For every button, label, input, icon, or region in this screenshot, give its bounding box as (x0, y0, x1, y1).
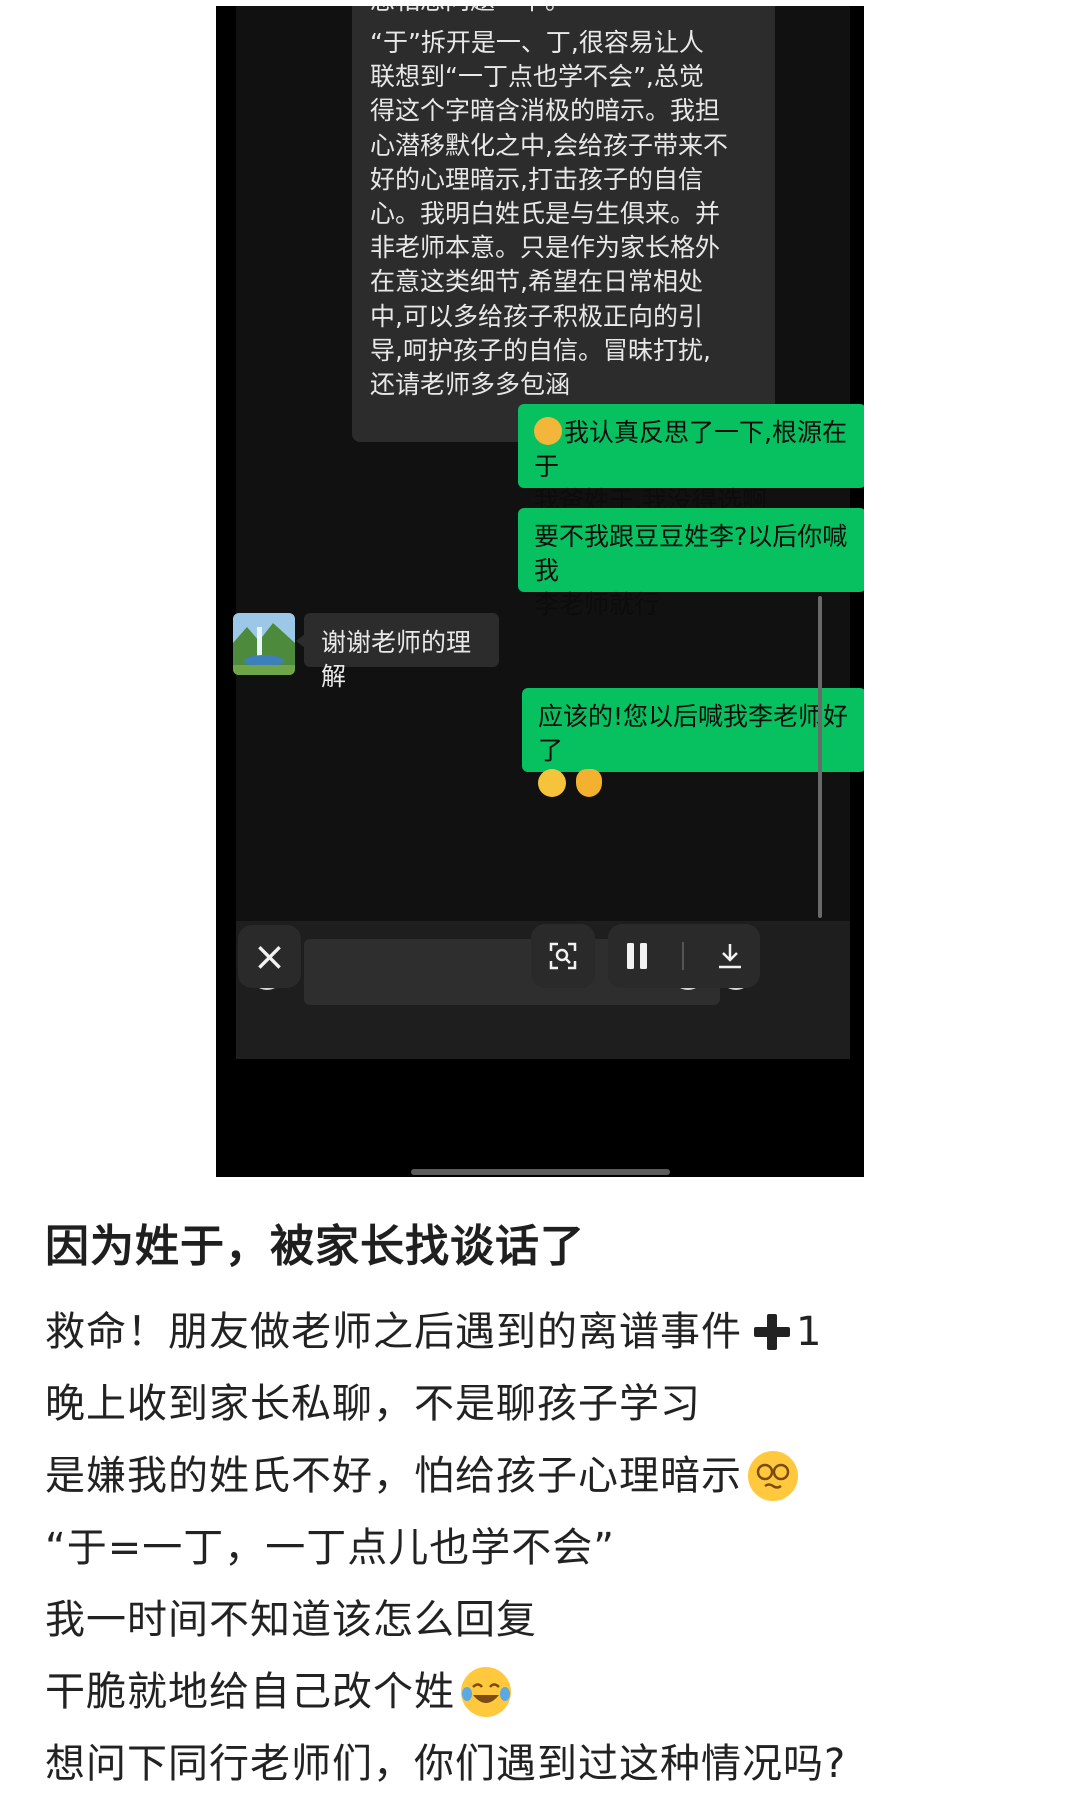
recording-controls (608, 924, 760, 988)
divider (681, 942, 684, 970)
chat-screenshot: 想相想问题一下。 “于”拆开是一、丁,很容易让人 联想到“一丁点也学不会”,总觉… (216, 6, 864, 1177)
post-line-text: 1 (796, 1309, 823, 1355)
post-line: 救命！朋友做老师之后遇到的离谱事件 1 (45, 1296, 1055, 1368)
post-line: 我一时间不知道该怎么回复 (45, 1584, 1055, 1656)
post-line: “于=一丁，一丁点儿也学不会” (45, 1512, 1055, 1584)
message-text: 我认真反思了一下,根源在于 我爸姓于,我没得选啊 (534, 418, 847, 515)
home-indicator (411, 1169, 670, 1175)
post-line-text: 救命！朋友做老师之后遇到的离谱事件 (45, 1309, 742, 1355)
cut-off-line: 想相想问题一下。 (370, 6, 761, 18)
outgoing-message: 要不我跟豆豆姓李?以后你喊我 李老师就行 (518, 508, 864, 619)
download-icon[interactable] (715, 941, 745, 971)
screen-scan-icon (549, 942, 577, 970)
post-line: 干脆就地给自己改个姓 (45, 1656, 1055, 1728)
incoming-long-message: 想相想问题一下。 “于”拆开是一、丁,很容易让人 联想到“一丁点也学不会”,总觉… (352, 6, 775, 442)
close-icon: × (252, 933, 287, 980)
message-text: 谢谢老师的理解 (321, 628, 472, 691)
post-line: 晚上收到家长私聊，不是聊孩子学习 (45, 1368, 1055, 1440)
post-line: 是嫌我的姓氏不好，怕给孩子心理暗示 (45, 1440, 1055, 1512)
post-line: 想问下同行老师们，你们遇到过这种情况吗? (45, 1728, 1055, 1800)
face-emoji-icon (534, 417, 562, 445)
message-text: 要不我跟豆豆姓李?以后你喊我 李老师就行 (534, 522, 848, 619)
post-line-text: 想问下同行老师们，你们遇到过这种情况吗? (45, 1741, 847, 1787)
chat-scrollbar[interactable] (818, 596, 822, 918)
incoming-message: 谢谢老师的理解 (296, 613, 499, 691)
long-message-text: “于”拆开是一、丁,很容易让人 联想到“一丁点也学不会”,总觉 得这个字暗含消极… (370, 28, 728, 400)
post-line-text: 晚上收到家长私聊，不是聊孩子学习 (45, 1381, 701, 1427)
smile-emoji-icon (538, 769, 566, 797)
outgoing-message: 我认真反思了一下,根源在于 我爸姓于,我没得选啊 (518, 404, 864, 515)
screen-scan-button[interactable] (531, 924, 595, 988)
ok-hand-emoji-icon (575, 769, 602, 797)
message-text: 应该的!您以后喊我李老师好了 (538, 702, 849, 765)
plus-emoji-icon (752, 1312, 792, 1352)
outgoing-message: 应该的!您以后喊我李老师好了 (522, 688, 864, 797)
post-title: 因为姓于，被家长找谈话了 (45, 1221, 585, 1272)
pause-icon[interactable] (623, 941, 651, 971)
dizzy-face-emoji-icon (748, 1451, 798, 1501)
post-line-text: 干脆就地给自己改个姓 (45, 1669, 455, 1715)
close-button[interactable]: × (238, 925, 301, 988)
chat-area: 想相想问题一下。 “于”拆开是一、丁,很容易让人 联想到“一丁点也学不会”,总觉… (233, 6, 864, 921)
laughing-tears-emoji-icon (461, 1667, 511, 1717)
post-line-text: 我一时间不知道该怎么回复 (45, 1597, 537, 1643)
post-line-text: “于=一丁，一丁点儿也学不会” (45, 1525, 615, 1571)
post-line-text: 是嫌我的姓氏不好，怕给孩子心理暗示 (45, 1453, 742, 1499)
post-page: 想相想问题一下。 “于”拆开是一、丁,很容易让人 联想到“一丁点也学不会”,总觉… (0, 0, 1080, 1809)
post-body: 救命！朋友做老师之后遇到的离谱事件 1 晚上收到家长私聊，不是聊孩子学习 是嫌我… (45, 1296, 1055, 1800)
parent-avatar[interactable] (233, 613, 295, 675)
